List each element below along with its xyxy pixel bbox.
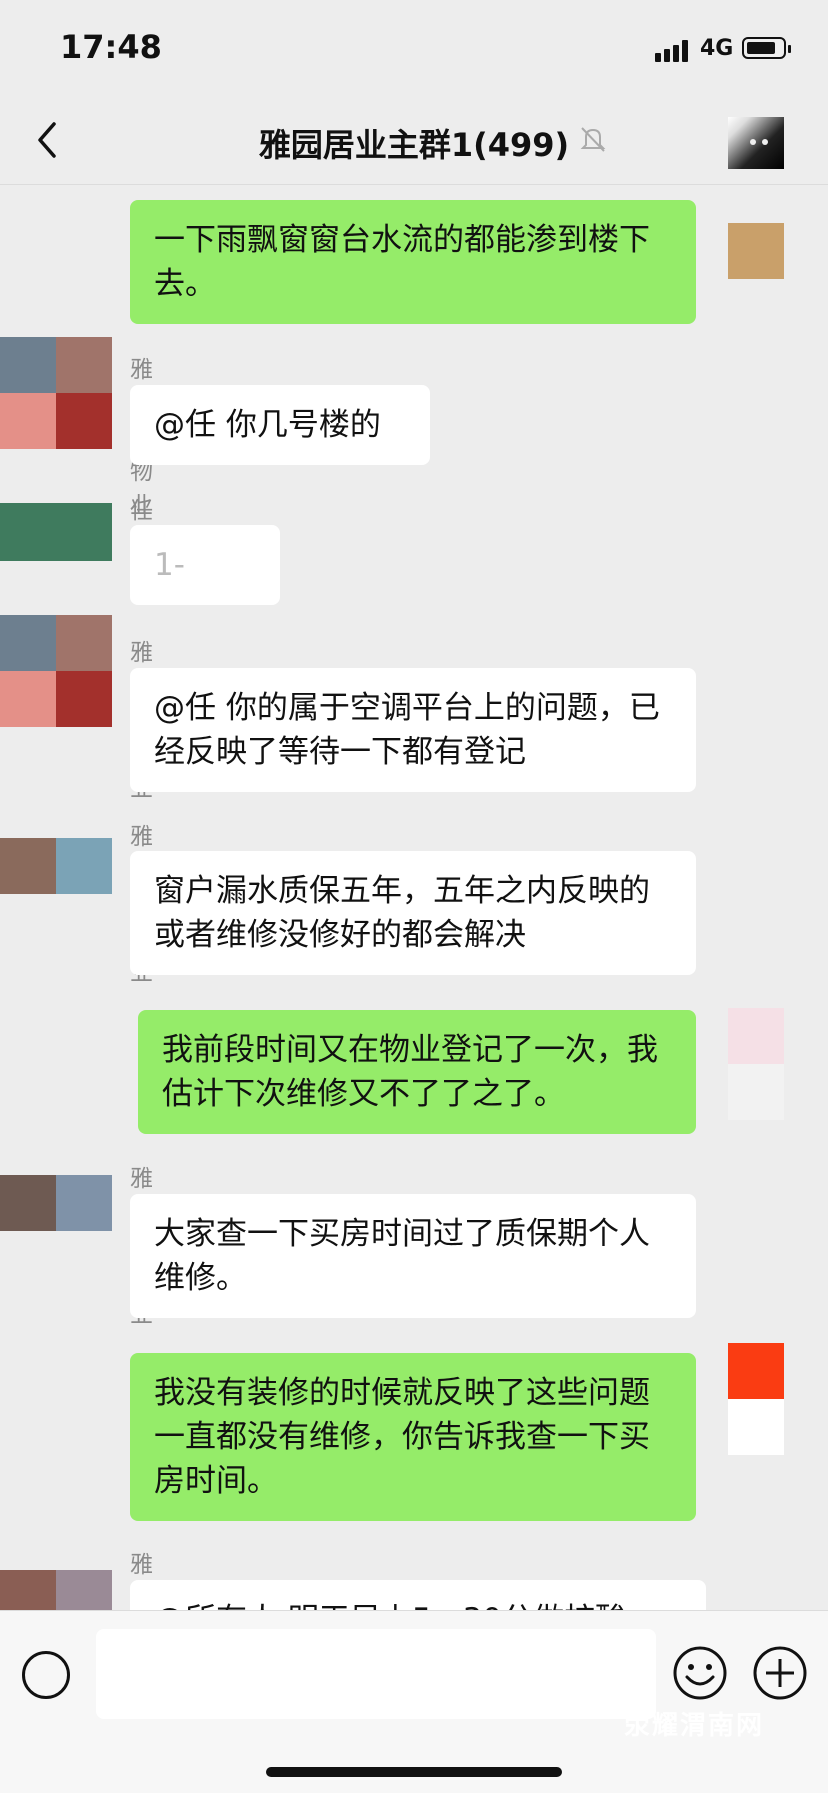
avatar[interactable] (0, 337, 112, 449)
avatar[interactable] (0, 503, 112, 561)
input-bar (0, 1610, 828, 1793)
message-bubble[interactable]: 我前段时间又在物业登记了一次，我估计下次维修又不了了之了。 (138, 1010, 696, 1134)
home-indicator (266, 1767, 562, 1777)
cellular-signal-icon (655, 38, 695, 62)
status-time: 17:48 (60, 28, 162, 66)
message-bubble[interactable]: @所有人 明天早上5：30分做核酸 (130, 1580, 706, 1610)
mute-bell-icon (580, 127, 606, 152)
voice-icon[interactable] (22, 1651, 70, 1699)
message-list[interactable]: 一下雨飘窗窗台水流的都能渗到楼下去。 雅园居物业 @任 你几号楼的 任亚妮 1-… (0, 185, 828, 1610)
message-bubble[interactable]: @任 你的属于空调平台上的问题，已经反映了等待一下都有登记 (130, 668, 696, 792)
message-bubble[interactable]: 我没有装修的时候就反映了这些问题一直都没有维修，你告诉我查一下买房时间。 (130, 1353, 696, 1521)
battery-icon (742, 37, 791, 59)
avatar[interactable] (0, 1570, 112, 1610)
message-bubble[interactable]: 大家查一下买房时间过了质保期个人维修。 (130, 1194, 696, 1318)
watermark-logo: 荥耀渭南网 (624, 1711, 765, 1741)
avatar[interactable] (0, 1175, 112, 1231)
group-title: 雅园居业主群1(499) (258, 126, 570, 164)
chat-header: 雅园居业主群1(499) (0, 100, 828, 185)
plus-icon[interactable] (752, 1645, 808, 1701)
status-bar: 17:48 4G (0, 0, 828, 100)
emoji-icon[interactable] (672, 1645, 728, 1701)
avatar[interactable] (728, 1343, 784, 1455)
avatar[interactable] (0, 838, 112, 894)
more-options-avatar[interactable] (728, 117, 784, 169)
avatar[interactable] (0, 615, 112, 727)
message-bubble[interactable]: 1- (130, 525, 280, 605)
message-bubble[interactable]: 一下雨飘窗窗台水流的都能渗到楼下去。 (130, 200, 696, 324)
message-input[interactable] (96, 1629, 656, 1719)
avatar[interactable] (728, 223, 784, 279)
network-type: 4G (700, 36, 734, 61)
avatar[interactable] (728, 1008, 784, 1120)
message-bubble[interactable]: @任 你几号楼的 (130, 385, 430, 465)
message-bubble[interactable]: 窗户漏水质保五年，五年之内反映的或者维修没修好的都会解决 (130, 851, 696, 975)
